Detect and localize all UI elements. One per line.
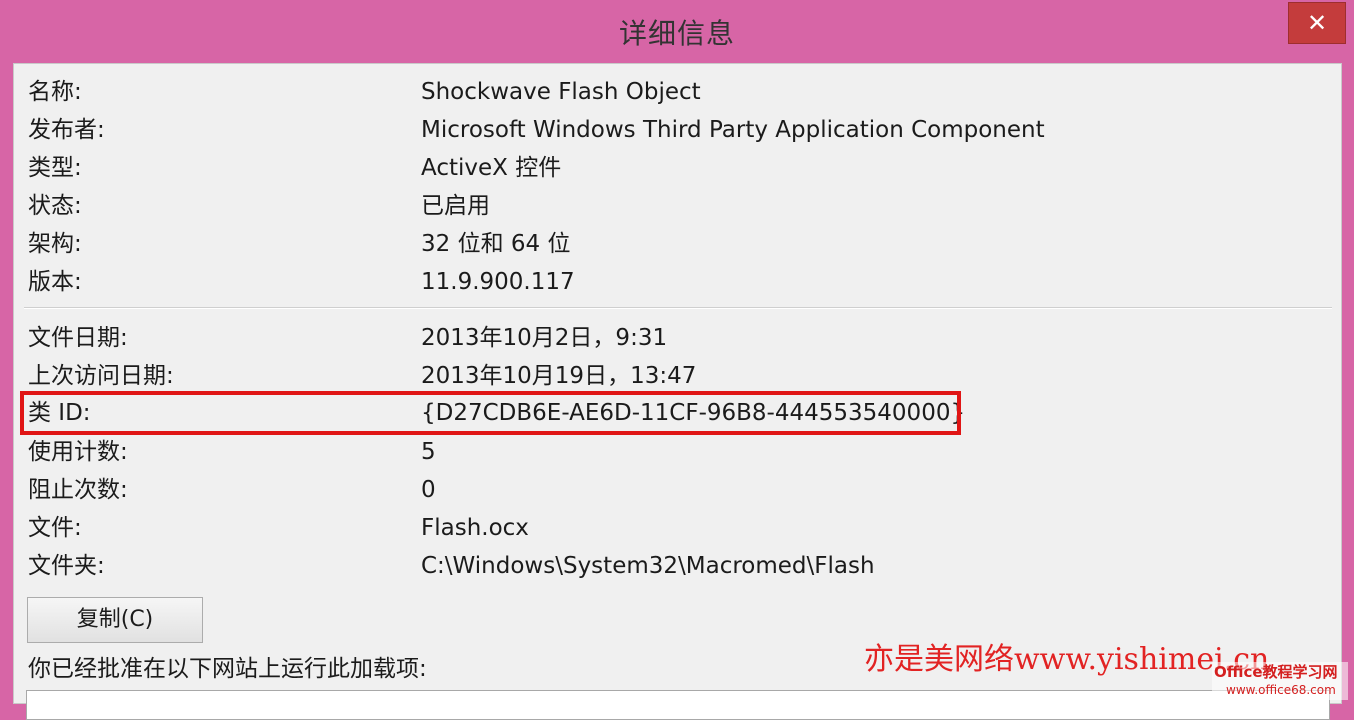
watermark-text: 亦是美网络www.yishimei.cn bbox=[864, 642, 1270, 677]
detail-label: 文件: bbox=[28, 515, 82, 541]
detail-row-status: 状态: 已启用 bbox=[14, 188, 1334, 224]
approved-sites-label: 你已经批准在以下网站上运行此加载项: bbox=[28, 656, 427, 682]
detail-value: 2013年10月2日，9:31 bbox=[421, 325, 668, 351]
detail-label: 版本: bbox=[28, 269, 82, 295]
copy-button[interactable]: 复制(C) bbox=[27, 597, 203, 643]
detail-row-file: 文件: Flash.ocx bbox=[14, 510, 1334, 546]
approved-sites-list[interactable] bbox=[26, 690, 1330, 720]
logo-url: www.office68.com bbox=[1226, 683, 1336, 697]
detail-value: 2013年10月19日，13:47 bbox=[421, 363, 697, 389]
detail-label: 类型: bbox=[28, 155, 82, 181]
detail-row-file-date: 文件日期: 2013年10月2日，9:31 bbox=[14, 320, 1334, 356]
detail-label: 状态: bbox=[28, 193, 82, 219]
detail-label: 文件夹: bbox=[28, 553, 105, 579]
detail-row-last-accessed: 上次访问日期: 2013年10月19日，13:47 bbox=[14, 358, 1334, 394]
close-button[interactable]: ✕ bbox=[1288, 2, 1346, 44]
detail-label: 文件日期: bbox=[28, 325, 128, 351]
detail-value: 32 位和 64 位 bbox=[421, 231, 571, 257]
section-divider bbox=[24, 307, 1332, 309]
detail-value: C:\Windows\System32\Macromed\Flash bbox=[421, 553, 875, 579]
detail-row-architecture: 架构: 32 位和 64 位 bbox=[14, 226, 1334, 262]
detail-row-use-count: 使用计数: 5 bbox=[14, 434, 1334, 470]
close-icon: ✕ bbox=[1306, 9, 1328, 37]
detail-value: Flash.ocx bbox=[421, 515, 529, 541]
detail-label: 使用计数: bbox=[28, 439, 128, 465]
detail-value: 0 bbox=[421, 477, 436, 503]
detail-label: 发布者: bbox=[28, 117, 105, 143]
detail-label: 架构: bbox=[28, 231, 82, 257]
detail-label: 名称: bbox=[28, 79, 82, 105]
detail-value: 已启用 bbox=[421, 193, 490, 219]
logo-title: Office教程学习网 bbox=[1214, 663, 1338, 681]
class-id-highlight-box bbox=[20, 391, 961, 435]
site-logo: Office教程学习网 www.office68.com bbox=[1212, 662, 1348, 700]
detail-row-publisher: 发布者: Microsoft Windows Third Party Appli… bbox=[14, 112, 1334, 148]
detail-row-block-count: 阻止次数: 0 bbox=[14, 472, 1334, 508]
title-bar: 详细信息 ✕ bbox=[0, 0, 1354, 62]
detail-row-version: 版本: 11.9.900.117 bbox=[14, 264, 1334, 300]
details-panel: 名称: Shockwave Flash Object 发布者: Microsof… bbox=[13, 63, 1342, 720]
detail-row-name: 名称: Shockwave Flash Object bbox=[14, 74, 1334, 110]
detail-value: Shockwave Flash Object bbox=[421, 79, 701, 105]
detail-value: 5 bbox=[421, 439, 436, 465]
detail-value: ActiveX 控件 bbox=[421, 155, 562, 181]
detail-row-type: 类型: ActiveX 控件 bbox=[14, 150, 1334, 186]
detail-label: 上次访问日期: bbox=[28, 363, 174, 389]
detail-value: Microsoft Windows Third Party Applicatio… bbox=[421, 117, 1045, 143]
detail-value: 11.9.900.117 bbox=[421, 269, 575, 295]
detail-row-folder: 文件夹: C:\Windows\System32\Macromed\Flash bbox=[14, 548, 1334, 584]
window-title: 详细信息 bbox=[618, 17, 735, 50]
detail-label: 阻止次数: bbox=[28, 477, 128, 503]
